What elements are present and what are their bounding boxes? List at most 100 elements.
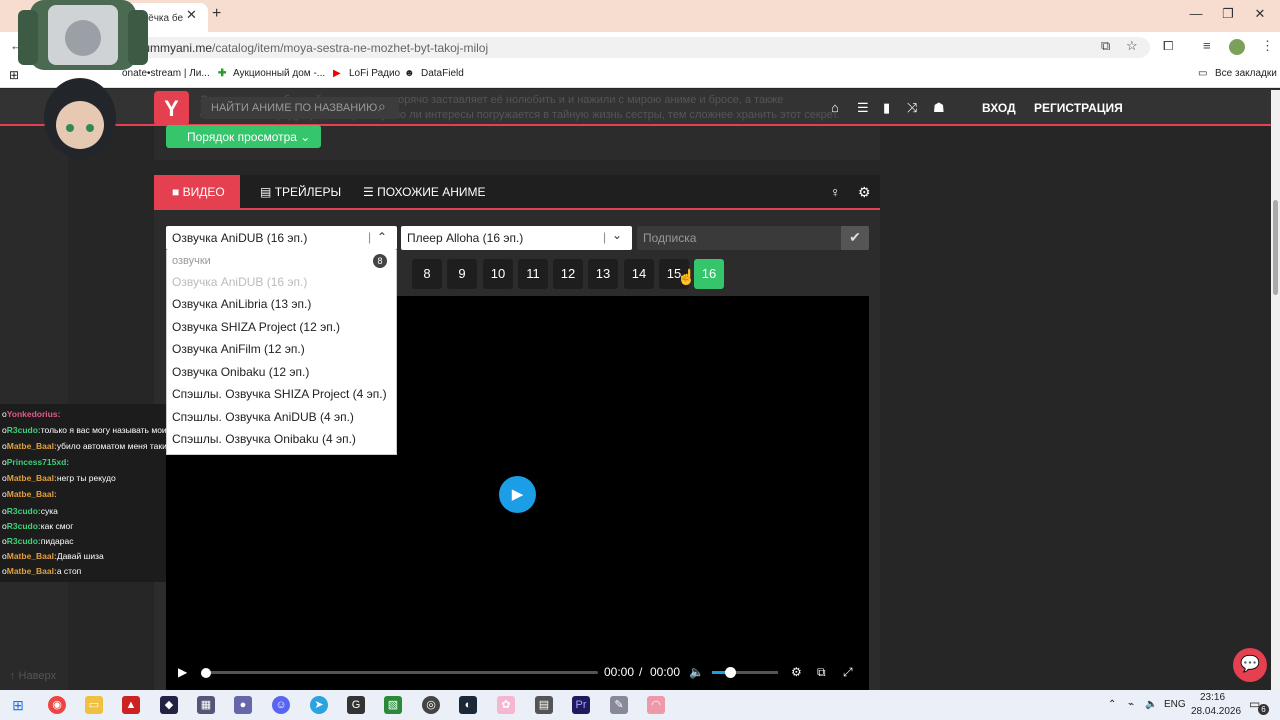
media-icon[interactable]: ≡ <box>1203 38 1211 53</box>
catalog-list-icon[interactable]: ☰ <box>857 100 869 116</box>
tray-chevron-icon[interactable]: ⌃ <box>1108 699 1116 710</box>
episode-button[interactable]: 9 <box>447 259 477 289</box>
lightbulb-icon[interactable]: ♀ <box>830 184 841 200</box>
close-tab-icon[interactable]: ✕ <box>186 7 197 23</box>
dropdown-item[interactable]: Озвучка Onibaku (12 эп.) <box>172 365 309 379</box>
explorer-folder-icon[interactable]: ▭ <box>85 696 103 714</box>
app-icon[interactable]: ▲ <box>122 696 140 714</box>
chat-bubble-button[interactable]: 💬 <box>1233 648 1267 682</box>
mouse-cursor-icon: ☝ <box>677 269 696 286</box>
seek-handle[interactable] <box>201 668 211 678</box>
dub-select-value: Озвучка AniDUB (16 эп.) <box>172 231 308 245</box>
app-icon[interactable]: G <box>347 696 365 714</box>
random-shuffle-icon[interactable]: ⤨ <box>907 100 917 116</box>
register-link[interactable]: РЕГИСТРАЦИЯ <box>1034 101 1123 115</box>
app-icon[interactable]: ▦ <box>197 696 215 714</box>
app-icon[interactable]: ◠ <box>647 696 665 714</box>
clock-time[interactable]: 23:16 <box>1200 692 1225 703</box>
obs-icon[interactable]: ◎ <box>422 696 440 714</box>
tab-video[interactable]: ■ ВИДЕО <box>154 175 240 208</box>
chrome-icon[interactable]: ◉ <box>48 696 66 714</box>
youtube-icon: ▶ <box>333 68 341 79</box>
back-to-top-link[interactable]: ↑ Наверх <box>10 670 56 682</box>
film-icon: ▤ <box>260 185 272 199</box>
episode-button[interactable]: 12 <box>553 259 583 289</box>
calculator-icon[interactable]: ▤ <box>535 696 553 714</box>
start-windows-icon[interactable]: ⊞ <box>9 696 27 714</box>
bookmark-auction[interactable]: Аукционный дом -... <box>233 68 325 79</box>
play-icon[interactable]: ▶ <box>178 665 187 679</box>
speaker-icon[interactable]: 🔈 <box>1145 699 1157 710</box>
gear-icon[interactable]: ⚙ <box>858 184 871 201</box>
episode-button[interactable]: 11 <box>518 259 548 289</box>
episode-button-active[interactable]: 16 <box>694 259 724 289</box>
home-icon[interactable]: ⌂ <box>831 100 839 115</box>
tab-similar[interactable]: ☰ ПОХОЖИЕ АНИМЕ <box>363 185 486 199</box>
app-icon[interactable]: ● <box>234 696 252 714</box>
scrollbar-thumb[interactable] <box>1273 200 1278 295</box>
steam-icon[interactable]: ◐ <box>459 696 477 714</box>
telegram-icon[interactable]: ➤ <box>310 696 328 714</box>
page-scrollbar[interactable] <box>1271 90 1280 690</box>
dub-select[interactable]: Озвучка AniDUB (16 эп.) | ⌃ <box>166 226 397 250</box>
tab-trailers[interactable]: ▤ ТРЕЙЛЕРЫ <box>260 185 341 199</box>
search-icon[interactable]: ⌕ <box>378 98 386 115</box>
dropdown-item[interactable]: Озвучка SHIZA Project (12 эп.) <box>172 320 340 334</box>
login-link[interactable]: ВХОД <box>982 101 1016 115</box>
bookmark-lofi[interactable]: LoFi Радио <box>349 68 400 79</box>
clock-date[interactable]: 28.04.2026 <box>1191 706 1241 717</box>
app-icon[interactable]: ◆ <box>160 696 178 714</box>
time-separator: / <box>639 665 643 679</box>
watch-order-button[interactable]: Порядок просмотра ⌄ <box>166 125 321 148</box>
popout-icon[interactable]: ⧉ <box>817 665 826 680</box>
subscribe-input[interactable]: Подписка <box>637 226 841 250</box>
dropdown-item[interactable]: Спэшлы. Озвучка AniDUB (4 эп.) <box>172 410 354 424</box>
network-icon[interactable]: ⌁ <box>1128 699 1134 710</box>
settings-icon[interactable]: ⚙ <box>791 665 802 679</box>
stats-icon[interactable]: ▮ <box>883 100 890 116</box>
search-input[interactable]: НАЙТИ АНИМЕ ПО НАЗВАНИЮ <box>201 97 399 119</box>
star-icon[interactable]: ☆ <box>1126 38 1138 54</box>
volume-icon[interactable]: 🔈 <box>689 665 704 679</box>
chat-username: Matbe_Baal: <box>6 551 57 561</box>
bookmark-datafield[interactable]: DataField <box>421 68 464 79</box>
app-icon[interactable]: ✎ <box>610 696 628 714</box>
chat-message: oMatbe_Baal:негр ты рекудо <box>2 473 116 483</box>
chat-username: R3cudo: <box>6 536 41 546</box>
menu-icon[interactable]: ⋮ <box>1261 38 1274 54</box>
app-icon[interactable]: ✿ <box>497 696 515 714</box>
video-camera-icon: ■ <box>172 185 180 199</box>
player-select[interactable]: Плеер Alloha (16 эп.) | ⌄ <box>401 226 632 250</box>
extensions-icon[interactable]: ⧠ <box>1163 38 1173 54</box>
restore-icon[interactable]: ❐ <box>1218 6 1238 22</box>
minimize-icon[interactable]: — <box>1186 6 1206 21</box>
app-icon[interactable]: ▧ <box>384 696 402 714</box>
chevron-down-icon: ⌄ <box>300 130 311 144</box>
seek-bar[interactable] <box>205 671 598 674</box>
episode-button[interactable]: 13 <box>588 259 618 289</box>
discord-icon[interactable]: ☺ <box>272 696 290 714</box>
new-tab-button[interactable]: + <box>212 5 221 23</box>
episode-button[interactable]: 8 <box>412 259 442 289</box>
all-bookmarks[interactable]: Все закладки <box>1215 68 1277 79</box>
language-indicator[interactable]: ENG <box>1164 699 1186 710</box>
play-button[interactable]: ▶ <box>499 476 536 513</box>
url-field[interactable]: .yummyani.me/catalog/item/moya-sestra-ne… <box>120 37 1150 58</box>
profile-avatar[interactable] <box>1229 39 1245 55</box>
dropdown-item-selected[interactable]: Озвучка AniDUB (16 эп.) <box>172 275 307 289</box>
install-app-icon[interactable]: ⧉ <box>1101 38 1110 54</box>
fullscreen-icon[interactable]: ⤢ <box>843 665 853 680</box>
dropdown-item[interactable]: Озвучка AniLibria (13 эп.) <box>172 297 311 311</box>
subscribe-confirm-button[interactable]: ✔ <box>841 226 869 250</box>
chat-username: Matbe_Baal: <box>6 473 57 483</box>
episode-button[interactable]: 14 <box>624 259 654 289</box>
dropdown-item[interactable]: Спэшлы. Озвучка SHIZA Project (4 эп.) <box>172 387 387 401</box>
episode-button[interactable]: 10 <box>483 259 513 289</box>
chat-message: oR3cudo:как смог <box>2 521 73 531</box>
window-close-icon[interactable]: ✕ <box>1250 6 1270 22</box>
premiere-icon[interactable]: Pr <box>572 696 590 714</box>
users-icon[interactable]: ☗ <box>933 100 945 116</box>
site-logo[interactable]: Y <box>154 91 189 126</box>
dropdown-item[interactable]: Озвучка AniFilm (12 эп.) <box>172 342 305 356</box>
watch-order-label: Порядок просмотра <box>187 130 297 144</box>
